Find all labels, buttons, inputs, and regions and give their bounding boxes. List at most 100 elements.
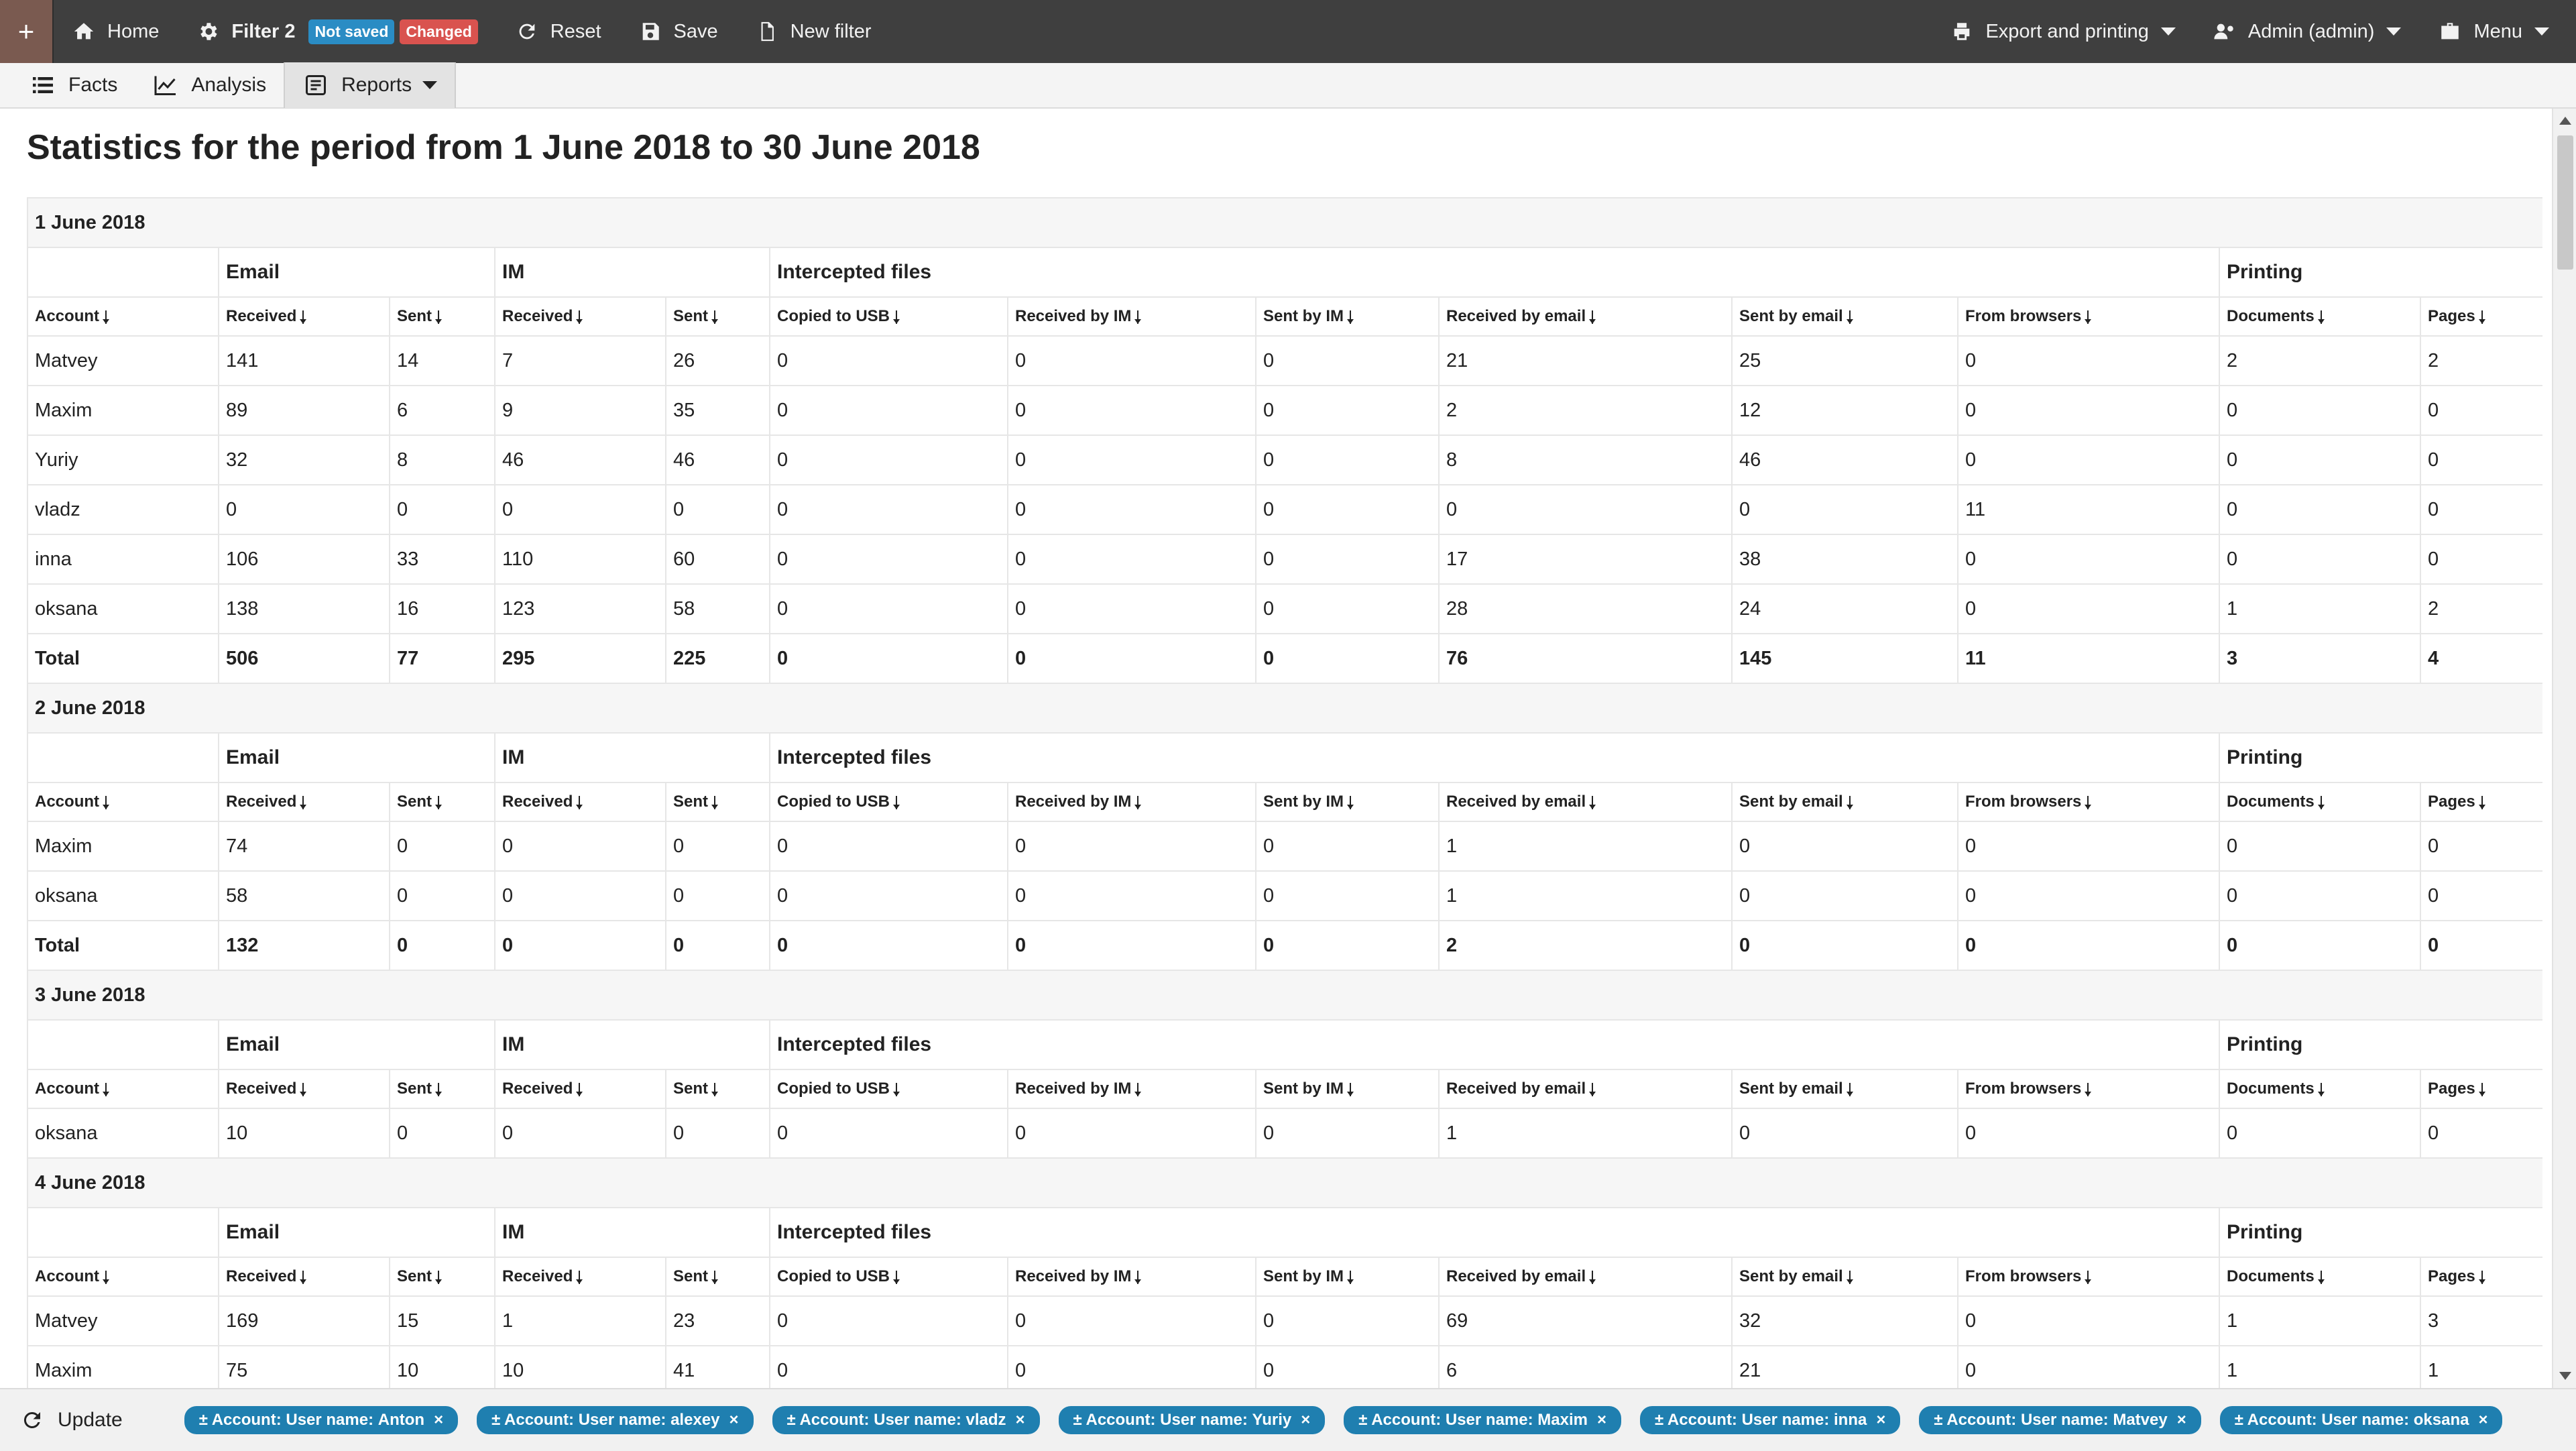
tab-reports[interactable]: Reports [284,62,457,108]
sort-icon[interactable] [435,1083,443,1096]
column-header[interactable]: From browsers [1957,1069,2220,1109]
column-header[interactable]: Sent [389,1069,495,1109]
sort-icon[interactable] [2085,1271,2092,1284]
column-header[interactable]: Received by IM [1007,296,1256,337]
column-header[interactable]: Sent by email [1731,296,1958,337]
filter-settings-button[interactable]: Filter 2 Not saved Changed [178,0,496,63]
column-header[interactable]: Account [27,1257,219,1297]
sort-icon[interactable] [1134,310,1142,324]
new-filter-button[interactable]: New filter [737,0,890,63]
sort-icon[interactable] [2317,796,2325,809]
column-header[interactable]: Sent by IM [1255,1069,1440,1109]
column-header[interactable]: Sent [389,782,495,822]
column-header[interactable]: Received by IM [1007,1257,1256,1297]
column-header[interactable]: Received [494,296,666,337]
filter-chip[interactable]: ± Account: User name: vladz × [772,1406,1040,1434]
column-header[interactable]: Sent [665,782,770,822]
sort-icon[interactable] [711,1083,719,1096]
column-header[interactable]: Account [27,782,219,822]
add-button[interactable]: + [0,0,54,63]
sort-icon[interactable] [1589,310,1596,324]
sort-icon[interactable] [1589,1083,1596,1096]
sort-icon[interactable] [1846,1271,1853,1284]
column-header[interactable]: Documents [2219,1257,2421,1297]
column-header[interactable]: Received [218,1069,390,1109]
sort-icon[interactable] [2085,796,2092,809]
close-icon[interactable]: × [434,1411,443,1430]
scroll-down-icon[interactable] [2559,1372,2571,1380]
sort-icon[interactable] [2478,1271,2485,1284]
column-header[interactable]: Pages [2419,296,2542,337]
sort-icon[interactable] [1347,310,1354,324]
sort-icon[interactable] [576,1271,583,1284]
sort-icon[interactable] [103,1083,109,1096]
sort-icon[interactable] [1846,1083,1853,1096]
close-icon[interactable]: × [2478,1411,2487,1430]
close-icon[interactable]: × [729,1411,738,1430]
column-header[interactable]: Received [218,1257,390,1297]
sort-icon[interactable] [2085,310,2092,324]
reset-button[interactable]: Reset [497,0,620,63]
sort-icon[interactable] [1134,796,1142,809]
sort-icon[interactable] [103,310,109,324]
sort-icon[interactable] [1134,1271,1142,1284]
column-header[interactable]: Received by IM [1007,1069,1256,1109]
column-header[interactable]: Documents [2219,296,2421,337]
tab-facts[interactable]: Facts [12,62,135,108]
sort-icon[interactable] [300,310,307,324]
column-header[interactable]: Sent by email [1731,782,1958,822]
column-header[interactable]: Received [218,296,390,337]
sort-icon[interactable] [711,796,719,809]
sort-icon[interactable] [103,796,109,809]
column-header[interactable]: Received by email [1438,1257,1733,1297]
column-header[interactable]: From browsers [1957,782,2220,822]
sort-icon[interactable] [103,1271,109,1284]
column-header[interactable]: Received by email [1438,1069,1733,1109]
column-header[interactable]: Account [27,1069,219,1109]
filter-chip[interactable]: ± Account: User name: inna × [1639,1406,1901,1434]
close-icon[interactable]: × [1876,1411,1885,1430]
column-header[interactable]: Received [494,1257,666,1297]
column-header[interactable]: Account [27,296,219,337]
sort-icon[interactable] [1846,310,1853,324]
sort-icon[interactable] [711,310,719,324]
sort-icon[interactable] [893,1271,900,1284]
sort-icon[interactable] [2317,1271,2325,1284]
column-header[interactable]: Sent [389,296,495,337]
sort-icon[interactable] [576,310,583,324]
export-printing-dropdown[interactable]: Export and printing [1932,0,2194,63]
sort-icon[interactable] [435,310,443,324]
sort-icon[interactable] [2478,796,2485,809]
close-icon[interactable]: × [1016,1411,1025,1430]
sort-icon[interactable] [1589,796,1596,809]
column-header[interactable]: Copied to USB [769,782,1008,822]
column-header[interactable]: Sent [665,1257,770,1297]
sort-icon[interactable] [300,1271,307,1284]
home-button[interactable]: Home [54,0,178,63]
column-header[interactable]: Sent [665,1069,770,1109]
sort-icon[interactable] [2317,310,2325,324]
sort-icon[interactable] [1846,796,1853,809]
column-header[interactable]: Received by email [1438,782,1733,822]
sort-icon[interactable] [576,1083,583,1096]
column-header[interactable]: From browsers [1957,296,2220,337]
sort-icon[interactable] [893,310,900,324]
sort-icon[interactable] [1134,1083,1142,1096]
column-header[interactable]: Received [494,782,666,822]
filter-chip[interactable]: ± Account: User name: Anton × [184,1406,459,1434]
menu-dropdown[interactable]: Menu [2420,0,2576,63]
sort-icon[interactable] [435,1271,443,1284]
sort-icon[interactable] [2085,1083,2092,1096]
sort-icon[interactable] [1347,1271,1354,1284]
column-header[interactable]: Received [218,782,390,822]
sort-icon[interactable] [1347,1083,1354,1096]
sort-icon[interactable] [2478,1083,2485,1096]
column-header[interactable]: Copied to USB [769,296,1008,337]
sort-icon[interactable] [1589,1271,1596,1284]
column-header[interactable]: From browsers [1957,1257,2220,1297]
column-header[interactable]: Received by IM [1007,782,1256,822]
sort-icon[interactable] [2317,1083,2325,1096]
column-header[interactable]: Received by email [1438,296,1733,337]
column-header[interactable]: Pages [2419,1257,2542,1297]
update-button[interactable]: Update [20,1408,123,1432]
